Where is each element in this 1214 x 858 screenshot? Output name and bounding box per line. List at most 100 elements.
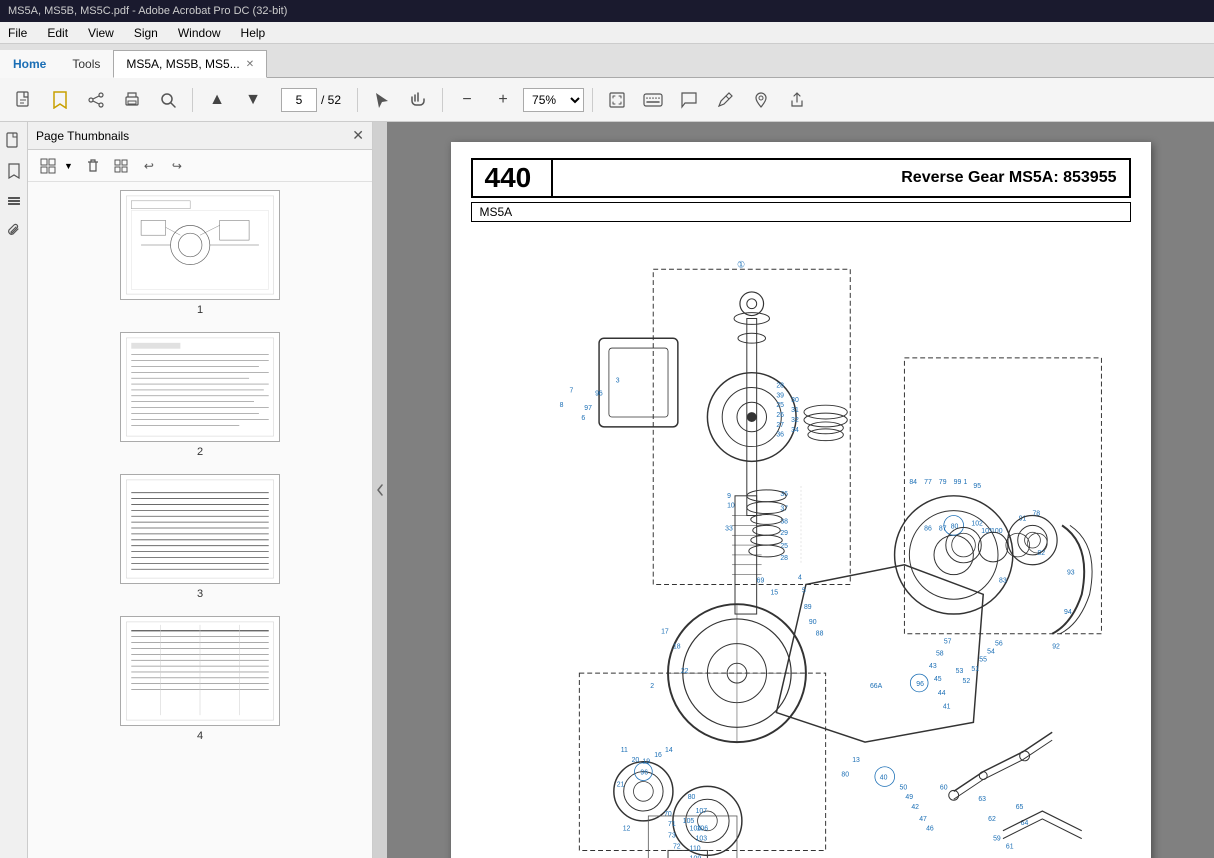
search-button[interactable] bbox=[152, 84, 184, 116]
svg-text:16: 16 bbox=[654, 752, 662, 759]
tab-tools-label: Tools bbox=[72, 57, 100, 71]
zoom-out-button[interactable]: − bbox=[451, 84, 483, 116]
svg-text:65: 65 bbox=[1015, 804, 1023, 811]
thumbnail-1[interactable]: 1 bbox=[36, 190, 364, 316]
pdf-viewer[interactable]: 440 Reverse Gear MS5A: 853955 MS5A bbox=[387, 122, 1214, 858]
svg-text:80: 80 bbox=[687, 794, 695, 801]
svg-text:63: 63 bbox=[978, 796, 986, 803]
comment-button[interactable] bbox=[673, 84, 705, 116]
svg-text:28: 28 bbox=[780, 555, 788, 562]
svg-text:96: 96 bbox=[595, 390, 603, 397]
undo-btn[interactable]: ↩ bbox=[137, 154, 161, 178]
svg-text:77: 77 bbox=[924, 479, 932, 486]
share-button[interactable] bbox=[80, 84, 112, 116]
svg-text:78: 78 bbox=[1032, 511, 1040, 518]
svg-text:57: 57 bbox=[943, 639, 951, 646]
svg-text:60: 60 bbox=[939, 784, 947, 791]
thumb-img-4 bbox=[120, 616, 280, 726]
svg-text:86: 86 bbox=[924, 525, 932, 532]
svg-text:43: 43 bbox=[929, 663, 937, 670]
new-button[interactable] bbox=[8, 84, 40, 116]
svg-text:12: 12 bbox=[622, 826, 630, 833]
location-button[interactable] bbox=[745, 84, 777, 116]
svg-text:83: 83 bbox=[999, 578, 1007, 585]
zoom-in-button[interactable]: + bbox=[487, 84, 519, 116]
redo-btn[interactable]: ↪ bbox=[165, 154, 189, 178]
title-text: MS5A, MS5B, MS5C.pdf - Adobe Acrobat Pro… bbox=[8, 5, 287, 17]
tab-tools[interactable]: Tools bbox=[59, 50, 113, 78]
page-icon[interactable] bbox=[3, 130, 25, 152]
thumb-label-1: 1 bbox=[197, 304, 203, 316]
scroll-up-button[interactable]: ▲ bbox=[201, 84, 233, 116]
svg-text:45: 45 bbox=[933, 676, 941, 683]
svg-text:52: 52 bbox=[962, 678, 970, 685]
menu-view[interactable]: View bbox=[84, 24, 118, 42]
print-button[interactable] bbox=[116, 84, 148, 116]
thumbnail-header: Page Thumbnails ✕ bbox=[28, 122, 372, 150]
scroll-down-button[interactable]: ▼ bbox=[237, 84, 269, 116]
export-button[interactable] bbox=[781, 84, 813, 116]
thumb-view-btn[interactable] bbox=[36, 154, 60, 178]
svg-text:49: 49 bbox=[905, 794, 913, 801]
svg-text:66A: 66A bbox=[869, 683, 882, 690]
svg-text:44: 44 bbox=[937, 690, 945, 697]
thumb-delete-btn[interactable] bbox=[81, 154, 105, 178]
fit-page-button[interactable] bbox=[601, 84, 633, 116]
tab-close-icon[interactable]: ✕ bbox=[246, 59, 254, 70]
svg-text:13: 13 bbox=[852, 757, 860, 764]
svg-text:105: 105 bbox=[682, 818, 694, 825]
page-input[interactable] bbox=[281, 88, 317, 112]
bookmark-button[interactable] bbox=[44, 84, 76, 116]
thumbnail-close-icon[interactable]: ✕ bbox=[352, 127, 364, 144]
thumbnail-2[interactable]: 2 bbox=[36, 332, 364, 458]
thumbnails-list[interactable]: 1 bbox=[28, 182, 372, 858]
sidebar: Page Thumbnails ✕ ▼ ↩ ↪ bbox=[28, 122, 373, 858]
svg-text:32: 32 bbox=[791, 417, 799, 424]
pdf-page: 440 Reverse Gear MS5A: 853955 MS5A bbox=[451, 142, 1151, 858]
bookmark-panel-icon[interactable] bbox=[3, 160, 25, 182]
thumbnail-panel: Page Thumbnails ✕ ▼ ↩ ↪ bbox=[28, 122, 372, 858]
svg-text:8: 8 bbox=[559, 402, 563, 409]
keyboard-button[interactable] bbox=[637, 84, 669, 116]
menu-file[interactable]: File bbox=[4, 24, 31, 42]
tab-doc-label: MS5A, MS5B, MS5... bbox=[126, 57, 239, 71]
menu-sign[interactable]: Sign bbox=[130, 24, 162, 42]
toolbar-sep-4 bbox=[592, 88, 593, 112]
pdf-model: MS5A bbox=[471, 202, 1131, 222]
menu-help[interactable]: Help bbox=[237, 24, 270, 42]
menu-edit[interactable]: Edit bbox=[43, 24, 72, 42]
select-tool-button[interactable] bbox=[366, 84, 398, 116]
svg-text:10: 10 bbox=[727, 503, 735, 510]
zoom-select[interactable]: 50% 75% 100% 125% 150% bbox=[523, 88, 584, 112]
svg-text:25: 25 bbox=[780, 543, 788, 550]
svg-text:30: 30 bbox=[791, 397, 799, 404]
svg-text:94: 94 bbox=[1064, 609, 1072, 616]
svg-text:25: 25 bbox=[776, 402, 784, 409]
svg-text:106: 106 bbox=[696, 826, 708, 833]
svg-text:28: 28 bbox=[776, 382, 784, 389]
svg-text:50: 50 bbox=[899, 784, 907, 791]
pen-button[interactable] bbox=[709, 84, 741, 116]
hand-tool-button[interactable] bbox=[402, 84, 434, 116]
thumbnail-3[interactable]: 3 bbox=[36, 474, 364, 600]
svg-text:55: 55 bbox=[979, 656, 987, 663]
tab-document[interactable]: MS5A, MS5B, MS5... ✕ bbox=[113, 50, 267, 78]
thumbnail-4[interactable]: 4 bbox=[36, 616, 364, 742]
tab-home[interactable]: Home bbox=[0, 50, 59, 78]
svg-text:36: 36 bbox=[776, 432, 784, 439]
toolbar-sep-1 bbox=[192, 88, 193, 112]
svg-text:84: 84 bbox=[909, 479, 917, 486]
svg-text:72: 72 bbox=[672, 843, 680, 850]
layers-icon[interactable] bbox=[3, 190, 25, 212]
attachment-icon[interactable] bbox=[3, 220, 25, 242]
thumb-reduce-btn[interactable] bbox=[109, 154, 133, 178]
menu-window[interactable]: Window bbox=[174, 24, 225, 42]
svg-text:18: 18 bbox=[672, 644, 680, 651]
svg-text:2: 2 bbox=[650, 683, 654, 690]
thumb-view-chevron[interactable]: ▼ bbox=[64, 161, 73, 171]
title-bar: MS5A, MS5B, MS5C.pdf - Adobe Acrobat Pro… bbox=[0, 0, 1214, 22]
main-area: Page Thumbnails ✕ ▼ ↩ ↪ bbox=[0, 122, 1214, 858]
toolbar-sep-3 bbox=[442, 88, 443, 112]
sidebar-collapse-button[interactable] bbox=[373, 122, 387, 858]
svg-text:5: 5 bbox=[801, 587, 805, 594]
